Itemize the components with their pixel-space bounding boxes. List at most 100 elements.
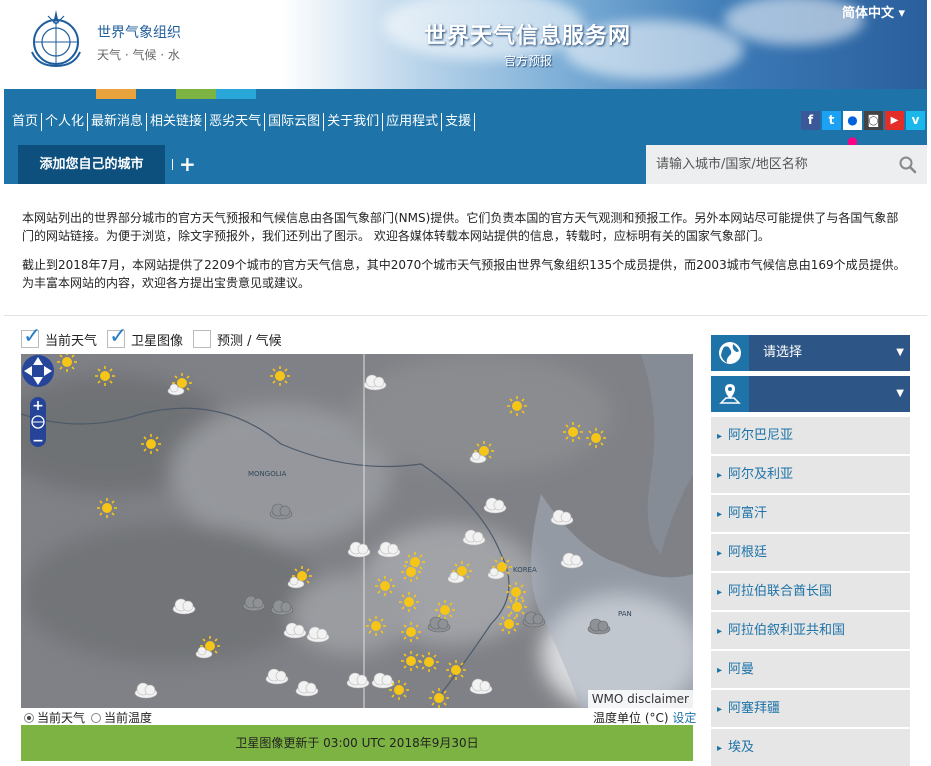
weather-sunny-icon[interactable]: [505, 581, 527, 603]
weather-sunny-icon[interactable]: [506, 395, 528, 417]
weather-map[interactable]: MONGOLIA KOREA PAN + − WMO disclaimer: [21, 354, 693, 708]
map-pin-icon: [711, 376, 749, 412]
country-item[interactable]: ▸ 阿拉伯叙利亚共和国: [711, 612, 910, 649]
weather-sunny-icon[interactable]: [398, 591, 420, 613]
stripe-orange: [96, 89, 136, 99]
weather-sunny-icon[interactable]: [562, 421, 584, 443]
checkbox[interactable]: ✓: [107, 324, 127, 349]
svg-text:−: −: [32, 433, 44, 449]
wmo-logo[interactable]: [24, 6, 88, 70]
flickr-icon[interactable]: ●●: [843, 111, 862, 148]
temperature-unit-label: 温度单位 (°C): [593, 711, 673, 725]
youtube-icon[interactable]: ▶: [885, 111, 904, 130]
instagram-icon[interactable]: ◙: [864, 111, 883, 130]
weather-sunny-icon[interactable]: [418, 651, 440, 673]
layer-forecast-climate[interactable]: 预测 / 气候: [193, 330, 282, 349]
nav-item-links[interactable]: 相关链接: [147, 113, 207, 131]
country-item[interactable]: ▸ 阿尔巴尼亚: [711, 417, 910, 454]
social-links: f t ●● ◙ ▶ v: [801, 111, 925, 148]
country-item[interactable]: ▸ 阿富汗: [711, 495, 910, 532]
search-box: [646, 145, 927, 184]
layer-current-weather[interactable]: ✓ 当前天气: [21, 324, 97, 349]
chevron-down-icon: ▾: [898, 6, 906, 21]
caret-down-icon: ▼: [896, 388, 904, 399]
intro-paragraph: 本网站列出的世界部分城市的官方天气预报和气候信息由各国气象部门(NMS)提供。它…: [22, 211, 899, 243]
arrow-right-icon: ▸: [717, 431, 723, 442]
weather-sunny-icon[interactable]: [374, 575, 396, 597]
stripe-green: [176, 89, 216, 99]
radio-button[interactable]: [24, 713, 34, 723]
country-name: 阿曼: [728, 662, 755, 677]
weather-sunny-icon[interactable]: [506, 596, 528, 618]
weather-sunny-icon[interactable]: [140, 433, 162, 455]
checkbox[interactable]: ✓: [21, 324, 41, 349]
country-list: ▸ 阿尔巴尼亚 ▸ 阿尔及利亚 ▸ 阿富汗 ▸ 阿根廷 ▸ 阿拉伯联合酋长国 ▸ 阿拉伯叙利…: [711, 417, 910, 766]
nav-item-news[interactable]: 最新消息: [88, 113, 148, 131]
checkbox[interactable]: [193, 330, 212, 348]
country-select[interactable]: ▼: [711, 376, 910, 412]
twitter-icon[interactable]: t: [822, 111, 841, 130]
nav-item-apps[interactable]: 应用程式: [383, 113, 443, 131]
temperature-unit: 温度单位 (°C) 设定: [593, 709, 696, 726]
layer-satellite[interactable]: ✓ 卫星图像: [107, 324, 184, 349]
site-title: 世界天气信息服务网: [424, 24, 632, 49]
country-item[interactable]: ▸ 阿曼: [711, 651, 910, 688]
country-item[interactable]: ▸ 阿塞拜疆: [711, 690, 910, 727]
weather-sunny-icon[interactable]: [400, 621, 422, 643]
weather-sunny-icon[interactable]: [445, 659, 467, 681]
caret-down-icon: ▼: [896, 347, 904, 358]
country-name: 埃及: [728, 740, 755, 755]
search-input[interactable]: [646, 145, 886, 184]
country-item[interactable]: ▸ 阿根廷: [711, 534, 910, 571]
layer-label: 卫星图像: [131, 333, 184, 349]
intro-section: 本网站列出的世界部分城市的官方天气预报和气候信息由各国气象部门(NMS)提供。它…: [4, 184, 927, 316]
weather-sunny-icon[interactable]: [96, 497, 118, 519]
facebook-icon[interactable]: f: [801, 111, 820, 130]
nav-item-home[interactable]: 首页: [9, 113, 43, 131]
weather-sunny-icon[interactable]: [269, 365, 291, 387]
add-city-plus-icon[interactable]: +: [179, 153, 196, 175]
country-name: 阿尔及利亚: [728, 467, 794, 482]
arrow-right-icon: ▸: [717, 665, 723, 676]
arrow-right-icon: ▸: [717, 743, 723, 754]
arrow-right-icon: ▸: [717, 587, 723, 598]
temperature-unit-settings-link[interactable]: 设定: [672, 711, 696, 725]
nav-item-personalize[interactable]: 个人化: [42, 113, 89, 131]
main-nav: 首页 个人化 最新消息 相关链接 恶劣天气 国际云图 关于我们 应用程式 支援 …: [4, 99, 927, 148]
nav-item-severe-weather[interactable]: 恶劣天气: [206, 113, 266, 131]
radio-current-weather[interactable]: 当前天气: [24, 709, 85, 726]
check-icon: ✓: [23, 324, 42, 349]
weather-sunny-icon[interactable]: [585, 427, 607, 449]
globe-icon: [711, 335, 749, 371]
weather-sunny-icon[interactable]: [388, 679, 410, 701]
country-item[interactable]: ▸ 阿拉伯联合酋长国: [711, 573, 910, 610]
radio-button[interactable]: [91, 713, 102, 723]
intro-paragraph: 截止到2018年7月，本网站提供了2209个城市的官方天气信息，其中2070个城…: [22, 258, 906, 290]
region-select[interactable]: 请选择 ▼: [711, 335, 910, 371]
weather-sunny-icon[interactable]: [400, 650, 422, 672]
vimeo-icon[interactable]: v: [906, 111, 925, 130]
weather-sunny-icon[interactable]: [365, 615, 387, 637]
layer-label: 预测 / 气候: [217, 333, 282, 349]
weather-sunny-icon[interactable]: [94, 365, 116, 387]
wmo-disclaimer-link[interactable]: WMO disclaimer: [587, 690, 693, 708]
weather-sunny-icon[interactable]: [428, 687, 450, 708]
nav-item-support[interactable]: 支援: [442, 113, 476, 131]
weather-sunny-icon[interactable]: [498, 613, 520, 635]
nav-item-about[interactable]: 关于我们: [324, 113, 384, 131]
city-bar: 添加您自己的城市 +: [4, 145, 927, 184]
map-label-korea: KOREA: [513, 566, 537, 574]
arrow-right-icon: ▸: [717, 470, 723, 481]
country-item[interactable]: ▸ 阿尔及利亚: [711, 456, 910, 493]
weather-sunny-icon[interactable]: [434, 599, 456, 621]
search-icon[interactable]: [898, 155, 918, 175]
country-item[interactable]: ▸ 埃及: [711, 729, 910, 766]
radio-current-temperature[interactable]: 当前温度: [91, 709, 152, 726]
map-navigation-control[interactable]: + −: [21, 354, 55, 450]
org-name: 世界气象组织: [97, 25, 181, 41]
org-tagline: 天气 · 气候 · 水: [97, 48, 180, 62]
add-city-tab[interactable]: 添加您自己的城市: [18, 145, 165, 184]
language-selector[interactable]: 简体中文 ▾: [842, 2, 905, 21]
weather-sunny-icon[interactable]: [400, 561, 422, 583]
nav-item-cloud-images[interactable]: 国际云图: [265, 113, 325, 131]
